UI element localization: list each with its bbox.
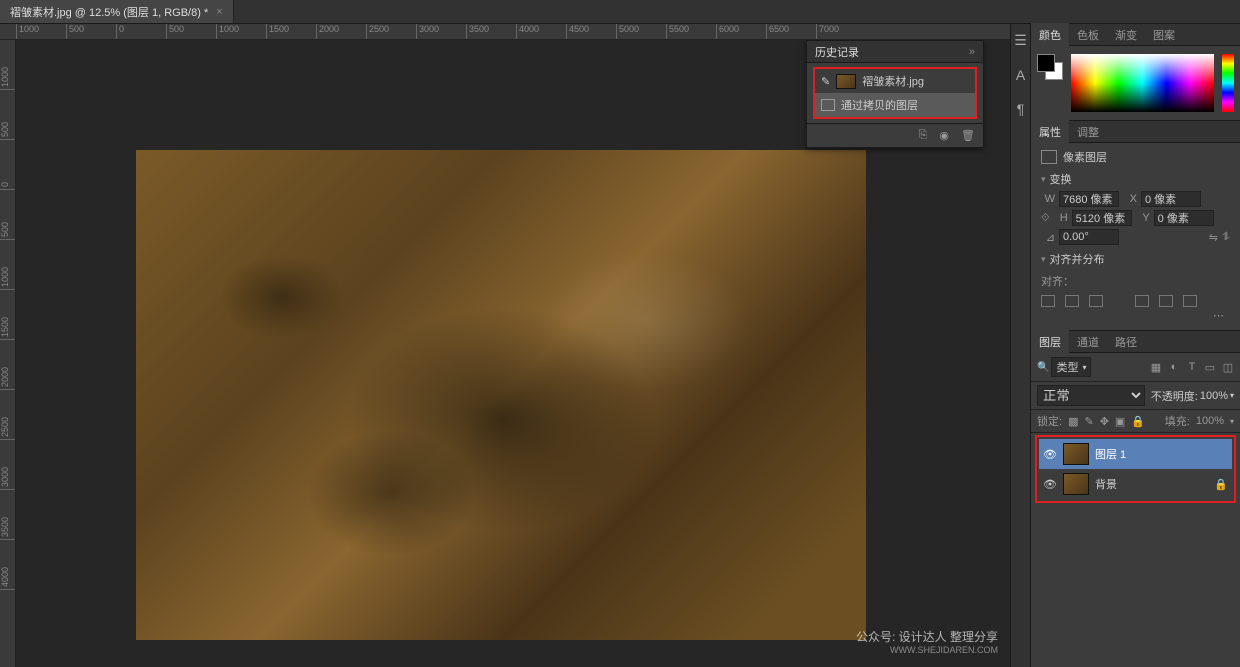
- lock-transparent-icon[interactable]: ▩: [1068, 415, 1078, 428]
- lock-position-icon[interactable]: ✥: [1100, 415, 1109, 428]
- align-left-icon[interactable]: [1041, 295, 1055, 307]
- angle-icon: ⊿: [1041, 231, 1055, 244]
- flip-horizontal-icon[interactable]: ⇋: [1209, 231, 1218, 244]
- lock-paint-icon[interactable]: ✎: [1084, 415, 1093, 428]
- align-vcenter-icon[interactable]: [1159, 295, 1173, 307]
- visibility-icon[interactable]: 👁: [1043, 478, 1057, 491]
- layer-name[interactable]: 背景: [1095, 476, 1117, 492]
- search-icon: [1037, 361, 1049, 373]
- layer-item[interactable]: 👁 背景 🔒: [1039, 469, 1232, 499]
- align-right-icon[interactable]: [1089, 295, 1103, 307]
- fill-value[interactable]: 100%: [1196, 415, 1224, 427]
- layers-panel: 图层 通道 路径 类型▾ ▦ ◐ T ▭: [1031, 331, 1240, 667]
- more-options-icon[interactable]: ⋯: [1041, 307, 1230, 324]
- document-tab[interactable]: 褶皱素材.jpg @ 12.5% (图层 1, RGB/8) * ×: [0, 0, 234, 23]
- filter-pixel-icon[interactable]: ▦: [1150, 361, 1162, 373]
- opacity-value[interactable]: 100%: [1200, 390, 1228, 402]
- close-icon[interactable]: ×: [216, 6, 222, 18]
- lock-all-icon[interactable]: 🔒: [1131, 415, 1145, 428]
- tab-paths[interactable]: 路径: [1107, 330, 1145, 354]
- brush-icon: ✎: [821, 75, 830, 88]
- lock-artboard-icon[interactable]: ▣: [1115, 415, 1125, 428]
- history-highlight: ✎ 褶皱素材.jpg 通过拷贝的图层: [813, 67, 977, 119]
- history-item-open[interactable]: ✎ 褶皱素材.jpg: [815, 69, 975, 93]
- transform-section-header[interactable]: 变换: [1041, 171, 1230, 187]
- x-input[interactable]: [1141, 191, 1201, 207]
- history-item-label: 通过拷贝的图层: [841, 97, 918, 113]
- layer-icon: [821, 99, 835, 111]
- x-label: X: [1123, 193, 1137, 205]
- opacity-label: 不透明度:: [1151, 388, 1198, 404]
- align-hcenter-icon[interactable]: [1065, 295, 1079, 307]
- tab-adjustments[interactable]: 调整: [1069, 120, 1107, 144]
- history-dock-icon[interactable]: ☰: [1014, 32, 1027, 49]
- layer-name[interactable]: 图层 1: [1095, 446, 1126, 462]
- width-input[interactable]: [1059, 191, 1119, 207]
- layers-highlight: 👁 图层 1 👁 背景 🔒: [1035, 435, 1236, 503]
- tab-layers[interactable]: 图层: [1031, 330, 1069, 354]
- filter-adjust-icon[interactable]: ◐: [1168, 361, 1180, 373]
- align-bottom-icon[interactable]: [1183, 295, 1197, 307]
- lock-icon: 🔒: [1214, 478, 1228, 491]
- mini-dock: ☰ A ¶: [1010, 24, 1030, 667]
- history-title: 历史记录: [815, 44, 859, 60]
- layer-thumb: [1063, 473, 1089, 495]
- align-top-icon[interactable]: [1135, 295, 1149, 307]
- layer-thumb: [1063, 443, 1089, 465]
- tab-swatches[interactable]: 色板: [1069, 23, 1107, 47]
- history-thumb: [836, 74, 856, 89]
- blend-mode-select[interactable]: 正常: [1037, 385, 1145, 406]
- angle-input[interactable]: [1059, 229, 1119, 245]
- trash-icon[interactable]: 🗑: [961, 129, 975, 142]
- y-label: Y: [1136, 212, 1150, 224]
- color-spectrum[interactable]: [1071, 54, 1214, 112]
- visibility-icon[interactable]: 👁: [1043, 448, 1057, 461]
- watermark: 公众号: 设计达人 整理分享 WWW.SHEJIDAREN.COM: [856, 630, 998, 657]
- lock-label: 锁定:: [1037, 413, 1062, 429]
- tab-channels[interactable]: 通道: [1069, 330, 1107, 354]
- document-canvas[interactable]: [136, 150, 866, 640]
- align-section-header[interactable]: 对齐并分布: [1041, 251, 1230, 267]
- layer-filter-type[interactable]: 类型▾: [1037, 357, 1091, 377]
- flip-vertical-icon[interactable]: ⥮: [1222, 231, 1230, 244]
- paragraph-dock-icon[interactable]: ¶: [1017, 101, 1025, 117]
- tab-gradients[interactable]: 渐变: [1107, 23, 1145, 47]
- y-input[interactable]: [1154, 210, 1214, 226]
- collapse-icon[interactable]: »: [969, 46, 975, 58]
- snapshot-icon[interactable]: ◉: [939, 129, 949, 142]
- hue-slider[interactable]: [1222, 54, 1234, 112]
- width-label: W: [1041, 193, 1055, 205]
- tab-patterns[interactable]: 图案: [1145, 23, 1183, 47]
- filter-shape-icon[interactable]: ▭: [1204, 361, 1216, 373]
- history-panel: 历史记录 » ✎ 褶皱素材.jpg 通过拷贝的图层: [806, 40, 984, 148]
- layer-item[interactable]: 👁 图层 1: [1039, 439, 1232, 469]
- tab-color[interactable]: 颜色: [1031, 23, 1069, 47]
- link-icon[interactable]: ⟐: [1041, 212, 1050, 225]
- filter-smart-icon[interactable]: ◫: [1222, 361, 1234, 373]
- fill-label: 填充:: [1165, 413, 1190, 429]
- new-document-from-state-icon[interactable]: ⎘: [919, 129, 928, 142]
- tab-properties[interactable]: 属性: [1031, 120, 1069, 144]
- canvas-viewport[interactable]: 历史记录 » ✎ 褶皱素材.jpg 通过拷贝的图层: [16, 40, 1010, 667]
- foreground-background-swatch[interactable]: [1037, 54, 1063, 80]
- color-panel: 颜色 色板 渐变 图案: [1031, 24, 1240, 121]
- document-tab-bar: 褶皱素材.jpg @ 12.5% (图层 1, RGB/8) * ×: [0, 0, 1240, 24]
- align-buttons: [1041, 295, 1230, 307]
- align-label: 对齐：: [1041, 273, 1074, 289]
- height-label: H: [1054, 212, 1068, 224]
- pixel-layer-icon: [1041, 150, 1057, 164]
- filter-type-icon[interactable]: T: [1186, 361, 1198, 373]
- ruler-vertical: 100050005001000150020002500300035004000: [0, 40, 16, 667]
- document-tab-title: 褶皱素材.jpg @ 12.5% (图层 1, RGB/8) *: [10, 4, 208, 20]
- properties-panel: 属性 调整 像素图层 变换 W X: [1031, 121, 1240, 331]
- character-dock-icon[interactable]: A: [1016, 67, 1025, 83]
- ruler-horizontal: 1000500050010001500200025003000350040004…: [0, 24, 1010, 40]
- history-item-label: 褶皱素材.jpg: [862, 73, 924, 89]
- layer-kind: 像素图层: [1063, 149, 1107, 165]
- history-item-copy-layer[interactable]: 通过拷贝的图层: [815, 93, 975, 117]
- height-input[interactable]: [1072, 210, 1132, 226]
